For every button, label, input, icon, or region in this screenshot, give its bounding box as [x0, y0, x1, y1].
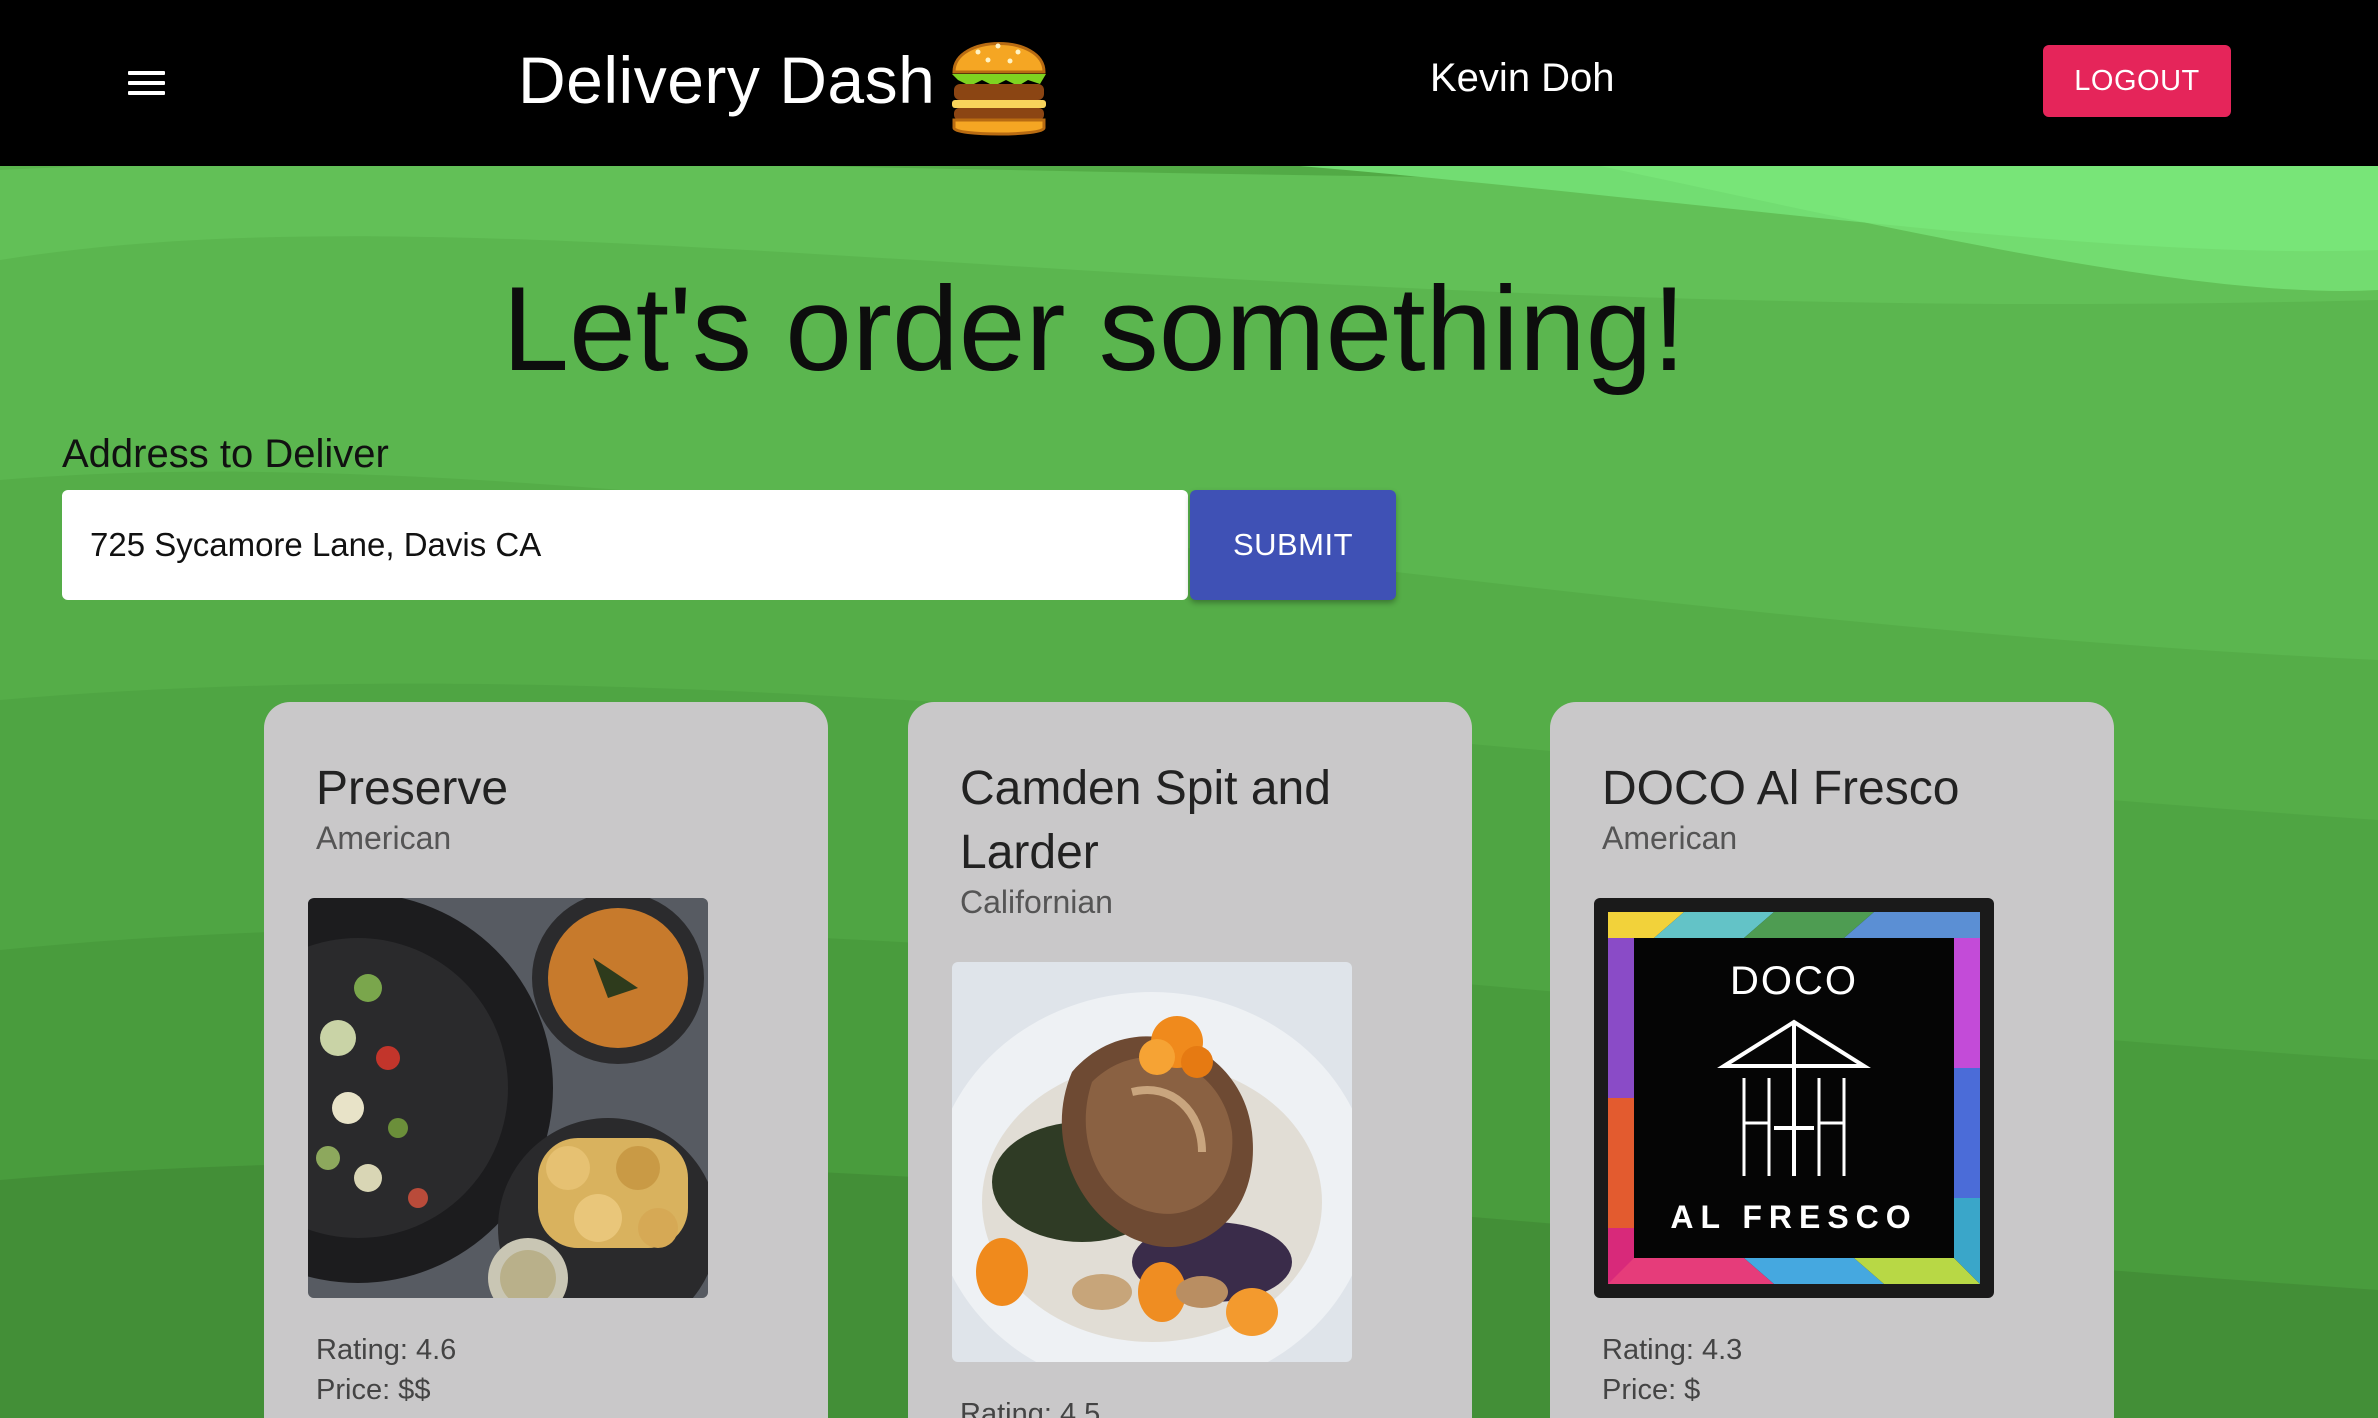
restaurant-price: Price: $$: [316, 1374, 431, 1406]
user-name: Kevin Doh: [1430, 56, 1615, 100]
restaurant-cuisine: American: [316, 820, 452, 856]
page-heading: Let's order something!: [502, 262, 1686, 396]
main-content: Let's order something! Address to Delive…: [0, 0, 2378, 1418]
submit-button[interactable]: SUBMIT: [1190, 490, 1396, 600]
burger-icon: [952, 42, 1046, 136]
restaurant-name: DOCO Al Fresco: [1602, 762, 1960, 815]
app-title: Delivery Dash: [518, 43, 936, 117]
restaurant-price: Price: $: [1602, 1374, 1701, 1406]
doco-al-fresco-logo: DOCO AL FRESCO: [1594, 898, 1994, 1298]
restaurant-card-preserve[interactable]: Preserve American Rating: 4.6 Price: $$: [264, 702, 828, 1418]
restaurant-rating: Rating: 4.3: [1602, 1334, 1743, 1366]
restaurant-cuisine: American: [1602, 820, 1738, 856]
svg-text:DOCO: DOCO: [1730, 959, 1858, 1003]
restaurant-image: [952, 962, 1352, 1362]
logout-button[interactable]: LOGOUT: [2043, 45, 2231, 117]
restaurant-rating: Rating: 4.5: [960, 1398, 1101, 1418]
address-label: Address to Deliver: [62, 432, 389, 476]
hamburger-menu-icon[interactable]: [110, 58, 182, 108]
restaurant-rating: Rating: 4.6: [316, 1334, 457, 1366]
restaurant-name: Preserve: [316, 762, 509, 815]
restaurant-cuisine: Californian: [960, 884, 1113, 920]
restaurant-image: [308, 898, 708, 1298]
restaurant-card-camden[interactable]: Camden Spit and Larder Californian Ratin…: [908, 702, 1472, 1418]
restaurant-card-doco[interactable]: DOCO Al Fresco American DOCO AL FRESCO R…: [1550, 702, 2114, 1418]
svg-text:AL FRESCO: AL FRESCO: [1670, 1199, 1917, 1235]
address-input[interactable]: [62, 490, 1188, 600]
restaurant-name: Camden Spit and Larder: [960, 762, 1331, 879]
app-bar: Delivery Dash Kevin Doh LOGOUT: [0, 0, 2378, 166]
